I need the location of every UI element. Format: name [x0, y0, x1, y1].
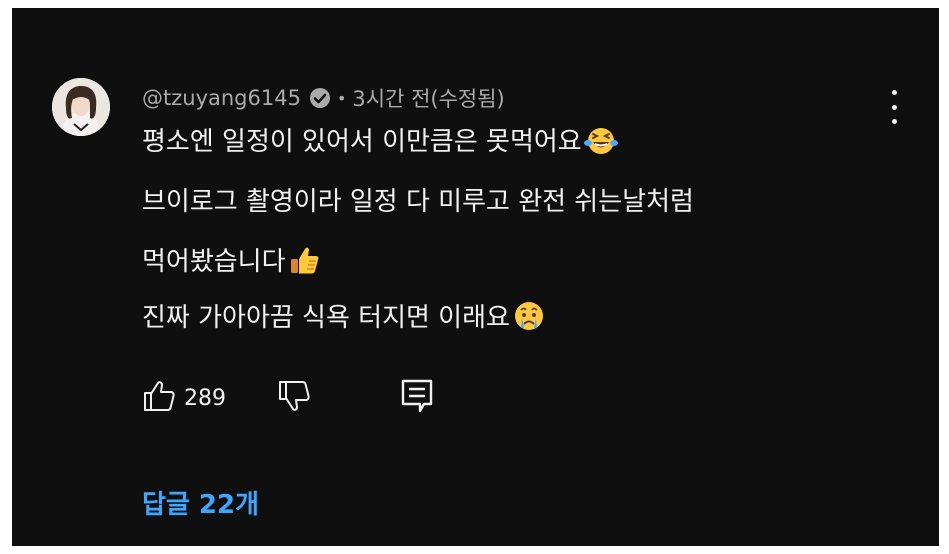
separator-dot: • [336, 88, 347, 108]
timestamp[interactable]: 3시간 전(수정됨) [352, 83, 504, 113]
thumbs-up-emoji [288, 244, 320, 284]
view-replies-button[interactable]: 답글 22개 [142, 484, 259, 521]
like-button[interactable]: 289 [142, 378, 226, 418]
comment-line-4: 진짜 가아아끔 식욕 터지면 이래요 [142, 300, 546, 340]
more-options-button[interactable] [880, 90, 908, 124]
like-count: 289 [184, 385, 226, 411]
author-handle[interactable]: @tzuyang6145 [142, 86, 301, 110]
comment-header: @tzuyang6145 • 3시간 전(수정됨) [142, 84, 505, 112]
comment-text-3: 먹어봤습니다 [142, 247, 286, 277]
laughing-tears-emoji [583, 126, 618, 164]
comment-line-1: 평소엔 일정이 있어서 이만큼은 못먹어요 [142, 126, 618, 164]
crying-face-emoji [512, 300, 546, 340]
dislike-button[interactable] [277, 378, 311, 418]
comment-panel: @tzuyang6145 • 3시간 전(수정됨) 평소엔 일정이 있어서 이만… [12, 8, 939, 546]
comment-text-1: 평소엔 일정이 있어서 이만큼은 못먹어요 [142, 127, 582, 157]
reply-button[interactable] [400, 378, 434, 418]
thumbs-down-icon [277, 379, 311, 417]
thumbs-up-icon [142, 379, 176, 417]
vertical-dots-icon [891, 90, 897, 95]
comment-text-2: 브이로그 촬영이라 일정 다 미루고 완전 쉬는날처럼 [142, 187, 694, 217]
reply-comment-icon [400, 378, 434, 418]
comment-text-4: 진짜 가아아끔 식욕 터지면 이래요 [142, 303, 510, 333]
comment-line-3: 먹어봤습니다 [142, 244, 320, 284]
avatar[interactable] [52, 78, 110, 136]
verified-check-icon [309, 87, 331, 109]
comment-line-2: 브이로그 촬영이라 일정 다 미루고 완전 쉬는날처럼 [142, 186, 694, 218]
